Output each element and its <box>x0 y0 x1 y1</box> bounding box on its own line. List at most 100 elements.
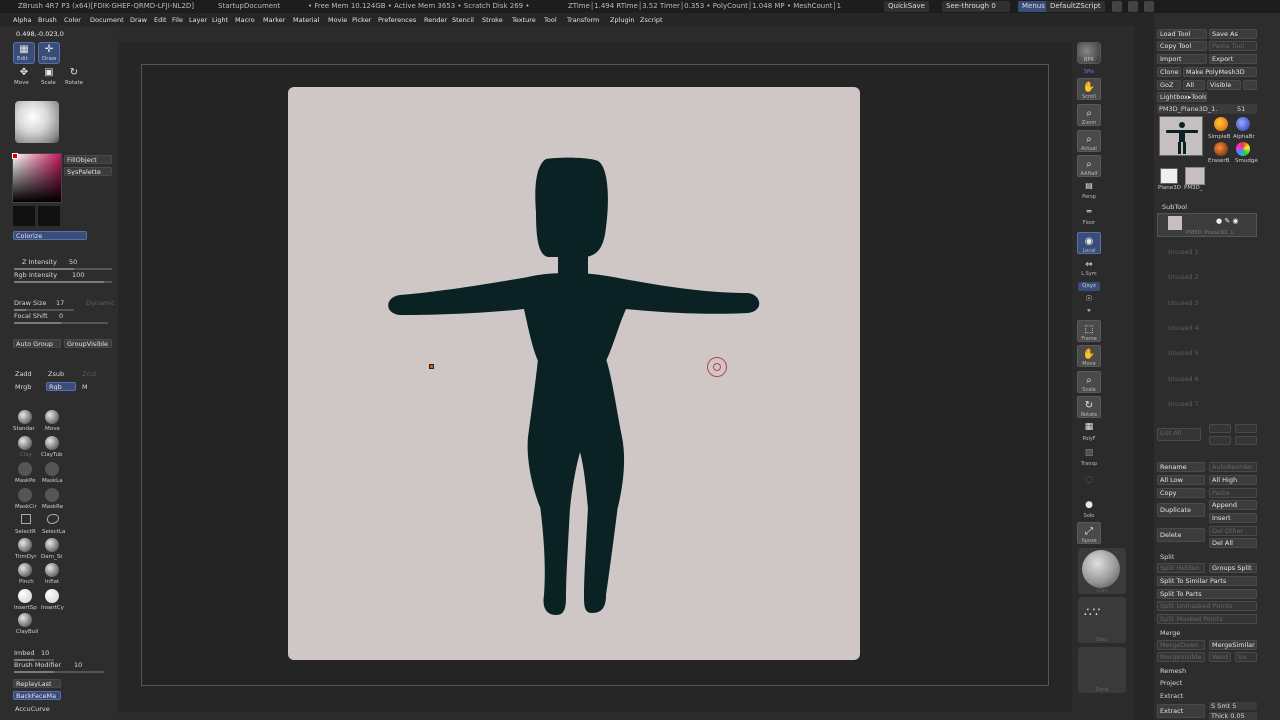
menu-alpha[interactable]: Alpha <box>13 16 31 24</box>
ghost-icon[interactable]: ◌ <box>1078 475 1100 485</box>
goz-button[interactable]: GoZ <box>1157 80 1181 90</box>
color-picker-square[interactable] <box>12 153 62 203</box>
pm3d-thumbnail[interactable] <box>1185 167 1205 185</box>
make-polymesh-button[interactable]: Make PolyMesh3D <box>1183 67 1257 77</box>
menu-material[interactable]: Material <box>293 16 319 24</box>
secondary-color-swatch[interactable] <box>13 206 35 226</box>
material-thumbnail[interactable]: Clay <box>1078 548 1126 594</box>
zadd-toggle[interactable]: Zadd <box>15 370 32 378</box>
paste-tool-button[interactable]: Paste Tool <box>1209 41 1257 51</box>
mrgb-toggle[interactable]: Mrgb <box>15 383 31 391</box>
brush-pinch-icon[interactable] <box>18 563 32 577</box>
extract-header[interactable]: Extract <box>1160 692 1183 700</box>
menu-light[interactable]: Light <box>212 16 228 24</box>
lsym-icon[interactable]: ⇔ <box>1078 260 1100 270</box>
alphabrush-icon[interactable] <box>1236 117 1250 131</box>
brush-inflate-icon[interactable] <box>45 563 59 577</box>
brush-maskcircle-icon[interactable] <box>18 488 32 502</box>
brush-modifier-slider[interactable]: Brush Modifier 10 <box>14 661 112 673</box>
brush-maskrect-icon[interactable] <box>45 488 59 502</box>
menu-render[interactable]: Render <box>424 16 447 24</box>
rotation-axis-icon[interactable]: ☉ <box>1078 294 1100 303</box>
split-header[interactable]: Split <box>1160 553 1174 561</box>
autoreorder-button[interactable]: AutoReorder <box>1209 462 1257 472</box>
menu-tool[interactable]: Tool <box>544 16 557 24</box>
merge-header[interactable]: Merge <box>1160 629 1180 637</box>
draw-size-slider[interactable]: Draw Size 17 Dynamic <box>14 299 115 311</box>
thick-slider[interactable]: Thick 0.05 <box>1209 712 1257 720</box>
menu-picker[interactable]: Picker <box>352 16 371 24</box>
brush-damstandard-icon[interactable] <box>45 538 59 552</box>
copy-tool-button[interactable]: Copy Tool <box>1157 41 1207 51</box>
split-to-parts-button[interactable]: Split To Parts <box>1157 589 1257 599</box>
remesh-header[interactable]: Remesh <box>1160 667 1186 675</box>
subtool-visibility-icons[interactable]: ● ✎ ◉ <box>1216 217 1239 225</box>
imbed-slider[interactable]: Imbed 10 <box>14 649 112 661</box>
brush-clay-icon[interactable] <box>18 436 32 450</box>
brush-selectlasso-icon[interactable] <box>47 514 59 524</box>
accucurve-toggle[interactable]: AccuCurve <box>15 705 50 713</box>
current-tool-slider[interactable]: PM3D_Plane3D_1. 51 <box>1157 104 1257 114</box>
goz-visible-button[interactable]: Visible <box>1207 80 1241 90</box>
auto-group-button[interactable]: Auto Group <box>13 339 61 348</box>
zcut-toggle[interactable]: Zcut <box>82 370 97 378</box>
rgb-intensity-slider[interactable]: Rgb Intensity 100 <box>14 271 112 283</box>
brush-trimdynamic-icon[interactable] <box>18 538 32 552</box>
export-button[interactable]: Export <box>1209 54 1257 64</box>
split-hidden-button[interactable]: Split Hidden <box>1157 563 1205 573</box>
persp-icon[interactable]: ▤ <box>1078 181 1100 190</box>
menu-draw[interactable]: Draw <box>130 16 147 24</box>
solo-icon[interactable]: ● <box>1078 500 1100 510</box>
load-tool-button[interactable]: Load Tool <box>1157 29 1207 39</box>
xyz-button[interactable]: Qxyz <box>1078 282 1100 291</box>
window-minimize-button[interactable] <box>1112 1 1122 12</box>
menu-edit[interactable]: Edit <box>154 16 167 24</box>
brush-maskpen-icon[interactable] <box>18 462 32 476</box>
plane3d-thumbnail[interactable] <box>1160 168 1178 184</box>
insert-button[interactable]: Insert <box>1209 513 1257 523</box>
rotation-axis-small-icon[interactable]: ⚬ <box>1078 306 1100 315</box>
split-masked-button[interactable]: Split Masked Points <box>1157 614 1257 624</box>
save-as-button[interactable]: Save As <box>1209 29 1257 39</box>
fillobject-button[interactable]: FillObject <box>64 155 112 164</box>
primary-color-swatch[interactable] <box>12 153 18 159</box>
split-similar-parts-button[interactable]: Split To Similar Parts <box>1157 576 1257 586</box>
list-all-button[interactable]: List All <box>1157 428 1201 441</box>
brush-standard-icon[interactable] <box>18 410 32 424</box>
quicksave-button[interactable]: QuickSave <box>884 1 929 12</box>
brush-claytubes-icon[interactable] <box>45 436 59 450</box>
s-smt-slider[interactable]: S Smt 5 <box>1209 702 1257 710</box>
menu-color[interactable]: Color <box>64 16 81 24</box>
brush-claybuildup-icon[interactable] <box>18 613 32 627</box>
m-toggle[interactable]: M <box>82 383 88 391</box>
rgb-toggle[interactable]: Rgb <box>46 382 76 391</box>
scale-button[interactable]: ▣ Scale <box>38 67 60 89</box>
menu-stencil[interactable]: Stencil <box>452 16 474 24</box>
uv-toggle[interactable]: Uv <box>1235 652 1257 662</box>
move-down-all-button[interactable] <box>1235 436 1257 445</box>
move-up-button[interactable] <box>1209 424 1231 433</box>
menu-transform[interactable]: Transform <box>567 16 599 24</box>
copy-subtool-button[interactable]: Copy <box>1157 488 1205 498</box>
focal-shift-slider[interactable]: Focal Shift 0 <box>14 312 112 324</box>
move-button[interactable]: ✥ Move <box>13 67 35 89</box>
transp-icon[interactable]: ▧ <box>1078 448 1100 458</box>
menu-zscript[interactable]: Zscript <box>640 16 663 24</box>
document-canvas[interactable] <box>288 87 860 660</box>
brush-insertcylinder-icon[interactable] <box>45 589 59 603</box>
menus-button[interactable]: Menus <box>1018 1 1049 12</box>
duplicate-button[interactable]: Duplicate <box>1157 503 1205 517</box>
lightbox-tools-button[interactable]: Lightbox▸Tools <box>1157 92 1207 102</box>
edit-button[interactable]: ▦ Edit <box>13 42 35 64</box>
goz-r-button[interactable] <box>1243 80 1257 90</box>
menu-texture[interactable]: Texture <box>512 16 536 24</box>
menu-movie[interactable]: Movie <box>328 16 347 24</box>
merge-down-button[interactable]: MergeDown <box>1157 640 1205 650</box>
menu-document[interactable]: Document <box>90 16 124 24</box>
del-all-button[interactable]: Del All <box>1209 538 1257 548</box>
current-tool-thumbnail[interactable] <box>1159 116 1203 156</box>
delete-button[interactable]: Delete <box>1157 528 1205 542</box>
del-other-button[interactable]: Del Other <box>1209 526 1257 536</box>
groups-split-button[interactable]: Groups Split <box>1209 563 1257 573</box>
smudge-icon[interactable] <box>1236 142 1250 156</box>
